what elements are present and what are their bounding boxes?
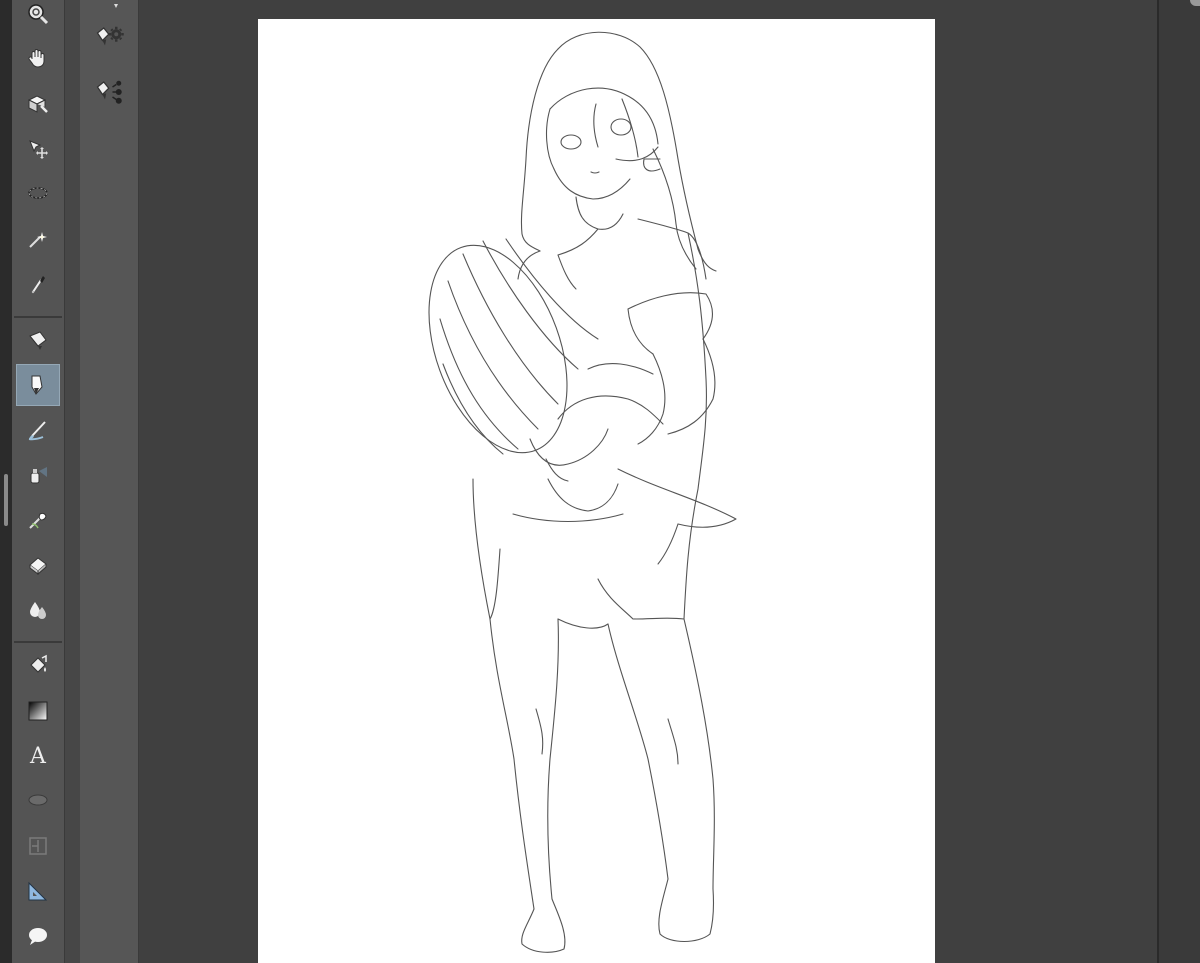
tool-group-divider [14,316,62,318]
magic-wand-icon [29,232,47,248]
move-layer-tool[interactable] [16,129,60,169]
left-edge [0,0,12,963]
eyedropper-tool[interactable] [16,264,60,304]
frame-border-tool[interactable] [16,826,60,866]
balloon-tool[interactable] [16,781,60,821]
gradient-icon [28,701,48,721]
right-panel-edge [1157,0,1200,963]
gradient-tool[interactable] [16,691,60,731]
blend-tool[interactable] [16,590,60,630]
hand-tool[interactable] [16,38,60,78]
zoom-icon [28,4,49,25]
balloon-icon [28,794,48,806]
tool-palette: A [12,0,65,963]
pen-partial-icon [114,4,118,8]
tool-group-divider [14,641,62,643]
eyedropper-icon [31,276,45,294]
decoration-tool[interactable] [16,500,60,540]
subtool-detail[interactable] [88,72,132,112]
panel-gutter [65,0,80,963]
auto-select-tool[interactable] [16,219,60,259]
eraser-icon [29,557,47,576]
pen-icon [29,331,47,350]
resize-grip[interactable] [4,474,8,526]
canvas-area[interactable] [139,0,1157,963]
ruler-tool[interactable] [16,871,60,911]
text-icon: A [30,743,46,769]
drawing-canvas[interactable] [258,19,935,963]
panel-knob[interactable] [1190,0,1200,6]
operation-tool[interactable] [16,84,60,124]
zoom-tool[interactable] [16,0,60,34]
eraser-tool[interactable] [16,545,60,585]
lasso-selection-icon [28,187,48,199]
brush-icon [28,421,46,441]
move-layer-icon [29,140,48,159]
blend-icon [30,602,46,619]
fill-bucket-icon [30,654,47,673]
subtool-settings[interactable] [88,18,132,58]
fill-tool[interactable] [16,646,60,686]
pen-detail-icon [96,80,122,104]
hand-icon [28,49,45,68]
brush-tool[interactable] [16,410,60,450]
pen-tool[interactable] [16,320,60,360]
speech-bubble-icon [29,928,47,945]
frame-border-icon [29,837,47,855]
sub-tool-panel [80,0,139,963]
text-tool[interactable]: A [16,736,60,776]
airbrush-tool[interactable] [16,455,60,495]
ruler-icon [28,881,48,901]
pen-settings-icon [96,26,124,46]
operation-icon [27,95,48,113]
airbrush-icon [30,467,47,484]
speech-tool[interactable] [16,916,60,956]
selection-tool[interactable] [16,174,60,214]
decoration-icon [29,512,47,529]
pencil-tool[interactable] [16,364,60,406]
pencil-icon [31,375,43,395]
sketch-figure [428,31,737,953]
